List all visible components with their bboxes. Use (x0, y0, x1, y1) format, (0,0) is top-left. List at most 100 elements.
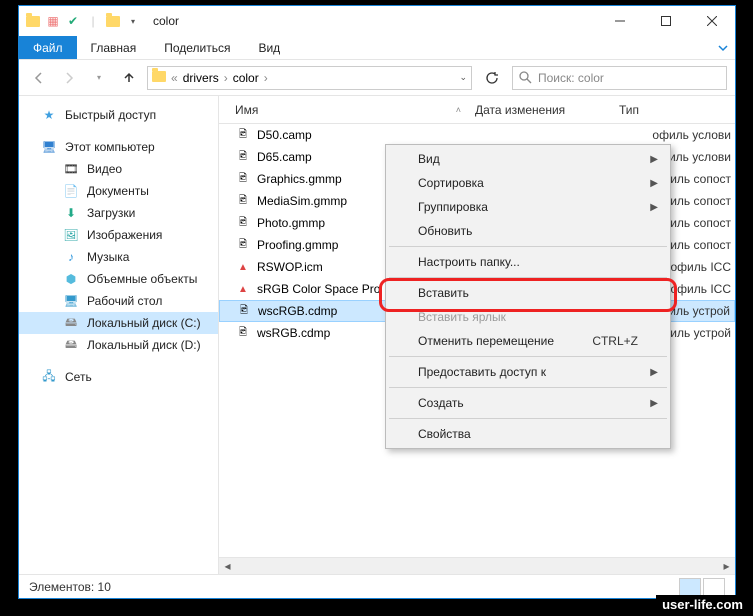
close-button[interactable] (689, 6, 735, 36)
ctx-sort[interactable]: Сортировка▶ (388, 171, 668, 195)
sidebar-videos[interactable]: 🎞Видео (19, 158, 218, 180)
sidebar-music[interactable]: ♪Музыка (19, 246, 218, 268)
sidebar-downloads[interactable]: ⬇Загрузки (19, 202, 218, 224)
chevron-right-icon[interactable]: › (261, 71, 271, 85)
separator (389, 246, 667, 247)
ribbon-tabs: Файл Главная Поделиться Вид (19, 36, 735, 60)
sidebar-disk-d[interactable]: 🖴Локальный диск (D:) (19, 334, 218, 356)
doc-icon: 📄 (63, 183, 79, 199)
file-menu[interactable]: Файл (19, 36, 77, 59)
video-icon: 🎞 (63, 161, 79, 177)
expand-ribbon-icon[interactable] (717, 36, 729, 60)
ctx-properties[interactable]: Свойства (388, 422, 668, 446)
status-bar: Элементов: 10 (19, 574, 735, 598)
tab-home[interactable]: Главная (77, 36, 151, 59)
file-icon: 🖻 (235, 171, 251, 187)
chevron-right-icon: ▶ (650, 202, 658, 213)
maximize-button[interactable] (643, 6, 689, 36)
col-date[interactable]: Дата изменения (467, 103, 611, 117)
ctx-view[interactable]: Вид▶ (388, 147, 668, 171)
titlebar: ▦ ✔ | ▾ color (19, 6, 735, 36)
refresh-button[interactable] (478, 66, 506, 90)
crumb-drivers[interactable]: drivers (183, 71, 219, 85)
forward-button[interactable] (57, 66, 81, 90)
watermark: user-life.com (656, 595, 749, 614)
context-menu: Вид▶ Сортировка▶ Группировка▶ Обновить Н… (385, 144, 671, 449)
star-icon: ★ (41, 107, 57, 123)
crumb-color[interactable]: color (233, 71, 259, 85)
chevron-right-icon: ▶ (650, 367, 658, 378)
view-details-button[interactable] (679, 578, 701, 596)
file-icon: 🖻 (235, 149, 251, 165)
sidebar-quick-access[interactable]: ★Быстрый доступ (19, 104, 218, 126)
nav-pane: ★Быстрый доступ 🖥Этот компьютер 🎞Видео 📄… (19, 96, 219, 574)
view-large-button[interactable] (703, 578, 725, 596)
ctx-share[interactable]: Предоставить доступ к▶ (388, 360, 668, 384)
sidebar-desktop[interactable]: 🖥Рабочий стол (19, 290, 218, 312)
qat-dropdown-icon[interactable]: ▾ (125, 13, 141, 29)
back-button[interactable] (27, 66, 51, 90)
horizontal-scrollbar[interactable]: ◂ ▸ (219, 557, 735, 574)
search-icon (519, 71, 532, 84)
file-icon: 🖻 (235, 325, 251, 341)
sidebar-disk-c[interactable]: 🖴Локальный диск (C:) (19, 312, 218, 334)
separator (389, 277, 667, 278)
pc-icon: 🖥 (41, 139, 57, 155)
minimize-button[interactable] (597, 6, 643, 36)
folder-icon-2 (105, 13, 121, 29)
file-icon: 🖻 (235, 127, 251, 143)
address-dropdown-icon[interactable]: ⌄ (459, 72, 467, 83)
chevron-right-icon: ▶ (650, 398, 658, 409)
sidebar-3d[interactable]: ⬢Объемные объекты (19, 268, 218, 290)
file-icon: 🖻 (235, 193, 251, 209)
up-button[interactable] (117, 66, 141, 90)
explorer-window: ▦ ✔ | ▾ color Файл Главная Поделиться Ви… (18, 5, 736, 599)
chevron-right-icon[interactable]: › (221, 71, 231, 85)
drive-icon: 🖴 (63, 315, 79, 331)
tab-view[interactable]: Вид (244, 36, 294, 59)
col-type[interactable]: Тип (611, 103, 735, 117)
sort-asc-icon: ˄ (456, 105, 467, 115)
ctx-paste[interactable]: Вставить (388, 281, 668, 305)
breadcrumb-prefix: « (168, 71, 181, 85)
status-count: Элементов: 10 (29, 580, 111, 594)
picture-icon: 🖼 (63, 227, 79, 243)
folder-icon (152, 71, 166, 85)
tab-share[interactable]: Поделиться (150, 36, 244, 59)
qat-prop-icon[interactable]: ▦ (45, 13, 61, 29)
folder-icon (25, 13, 41, 29)
ctx-group[interactable]: Группировка▶ (388, 195, 668, 219)
file-icon: 🖻 (235, 237, 251, 253)
ctx-refresh[interactable]: Обновить (388, 219, 668, 243)
breadcrumb[interactable]: « drivers › color › ⌄ (147, 66, 472, 90)
col-name[interactable]: Имя˄ (219, 103, 467, 117)
window-title: color (147, 14, 597, 28)
scroll-left-icon[interactable]: ◂ (219, 558, 236, 575)
ctx-customize[interactable]: Настроить папку... (388, 250, 668, 274)
qat-check-icon[interactable]: ✔ (65, 13, 81, 29)
scroll-right-icon[interactable]: ▸ (718, 558, 735, 575)
separator (389, 418, 667, 419)
desktop-icon: 🖥 (63, 293, 79, 309)
ctx-new[interactable]: Создать▶ (388, 391, 668, 415)
network-icon: 🖧 (41, 369, 57, 385)
file-icon: ▲ (235, 281, 251, 297)
ctx-paste-shortcut: Вставить ярлык (388, 305, 668, 329)
ctx-undo[interactable]: Отменить перемещениеCTRL+Z (388, 329, 668, 353)
file-row[interactable]: 🖻D50.campофиль услови (219, 124, 735, 146)
chevron-right-icon: ▶ (650, 178, 658, 189)
qat-sep: | (85, 13, 101, 29)
separator (389, 356, 667, 357)
file-icon: ▲ (235, 259, 251, 275)
sidebar-network[interactable]: 🖧Сеть (19, 366, 218, 388)
music-icon: ♪ (63, 249, 79, 265)
recent-dropdown[interactable]: ▾ (87, 66, 111, 90)
sidebar-this-pc[interactable]: 🖥Этот компьютер (19, 136, 218, 158)
qat: ▦ ✔ | ▾ (19, 13, 147, 29)
search-placeholder: Поиск: color (538, 71, 604, 85)
search-input[interactable]: Поиск: color (512, 66, 727, 90)
address-bar: ▾ « drivers › color › ⌄ Поиск: color (19, 60, 735, 96)
sidebar-documents[interactable]: 📄Документы (19, 180, 218, 202)
sidebar-pictures[interactable]: 🖼Изображения (19, 224, 218, 246)
chevron-right-icon: ▶ (650, 154, 658, 165)
